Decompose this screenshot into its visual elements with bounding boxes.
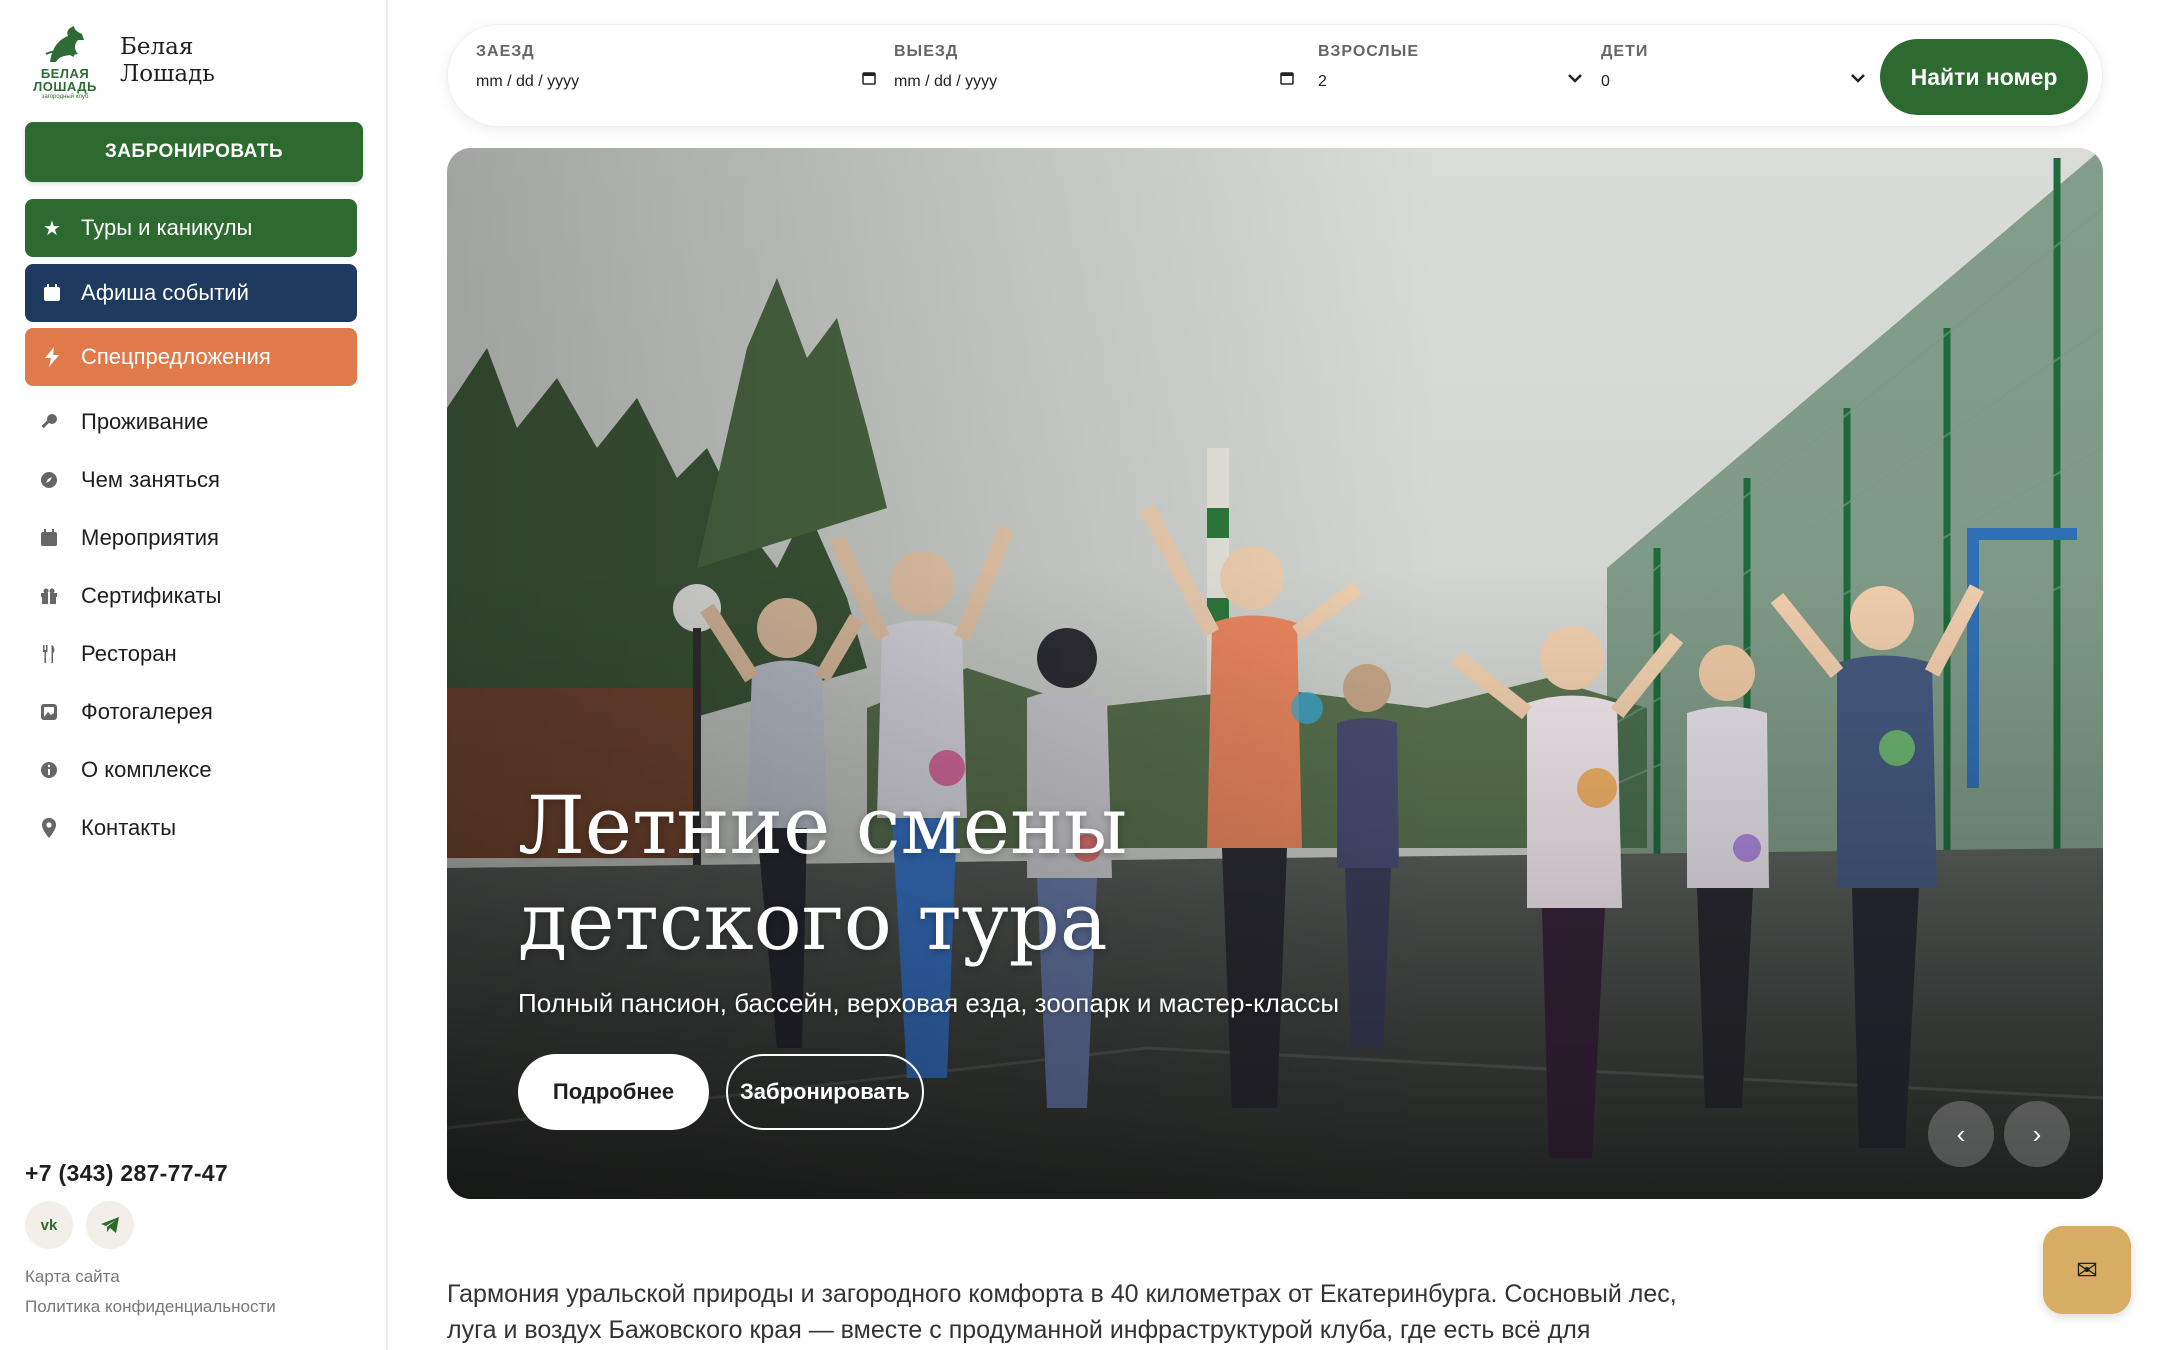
- sidebar-item-label: Спецпредложения: [81, 344, 271, 369]
- map-pin-icon: [39, 818, 59, 838]
- sidebar-item-label: Ресторан: [81, 641, 177, 666]
- sidebar-item-label: Туры и каникулы: [81, 215, 253, 240]
- image-icon: [39, 702, 59, 722]
- more-button[interactable]: Подробнее: [518, 1054, 709, 1130]
- chevron-down-icon: [1567, 71, 1583, 89]
- adults-label: ВЗРОСЛЫЕ: [1318, 43, 1419, 60]
- sidebar-item-activities[interactable]: Чем заняться: [25, 451, 365, 509]
- sidebar-item-contacts[interactable]: Контакты: [25, 799, 365, 857]
- hero-title: Летние смены детского тура: [518, 779, 1128, 968]
- hero-book-button[interactable]: Забронировать: [726, 1054, 924, 1130]
- sidebar-item-accommodation[interactable]: Проживание: [25, 393, 365, 451]
- vk-icon[interactable]: vk: [25, 1201, 73, 1249]
- children-select[interactable]: ДЕТИ 0: [1601, 43, 1866, 91]
- brand-name: Белая Лошадь: [120, 34, 215, 87]
- calendar-icon[interactable]: [1280, 71, 1294, 90]
- sidebar-item-gallery[interactable]: Фотогалерея: [25, 683, 365, 741]
- sidebar-item-label: Чем заняться: [81, 467, 220, 492]
- sidebar-item-events[interactable]: Афиша событий: [25, 264, 357, 322]
- chevron-down-icon: [1850, 71, 1866, 89]
- lightning-icon: [41, 346, 63, 368]
- utensils-icon: [39, 644, 59, 664]
- sidebar-item-label: Контакты: [81, 815, 177, 840]
- horse-logo-icon: БЕЛАЯ ЛОШАДЬ загородный клуб: [30, 24, 102, 104]
- sidebar-item-events-list[interactable]: Мероприятия: [25, 509, 365, 567]
- sidebar-item-certificates[interactable]: Сертификаты: [25, 567, 365, 625]
- phone-link[interactable]: +7 (343) 287-77-47: [25, 1160, 228, 1187]
- hero-overlay: [447, 148, 2103, 1199]
- sidebar-nav: Проживание Чем заняться Мероприятия Серт…: [25, 393, 365, 857]
- book-button[interactable]: ЗАБРОНИРОВАТЬ: [25, 122, 363, 182]
- hero-subtitle: Полный пансион, бассейн, верховая езда, …: [518, 988, 1340, 1018]
- chevron-left-icon: ‹: [1956, 1118, 1966, 1149]
- checkin-label: ЗАЕЗД: [476, 43, 535, 60]
- slider-next-button[interactable]: ›: [2004, 1101, 2070, 1167]
- sidebar-item-restaurant[interactable]: Ресторан: [25, 625, 365, 683]
- chevron-right-icon: ›: [2032, 1118, 2042, 1149]
- checkout-input[interactable]: mm / dd / yyyy: [894, 71, 1294, 91]
- privacy-link[interactable]: Политика конфиденциальности: [25, 1297, 276, 1317]
- intro-text: Гармония уральской природы и загородного…: [447, 1280, 1677, 1344]
- sitemap-link[interactable]: Карта сайта: [25, 1267, 120, 1287]
- key-icon: [39, 412, 59, 432]
- adults-select[interactable]: ВЗРОСЛЫЕ 2: [1318, 43, 1583, 91]
- slider-prev-button[interactable]: ‹: [1928, 1101, 1994, 1167]
- sidebar-item-label: Сертификаты: [81, 583, 222, 608]
- sidebar-item-label: Афиша событий: [81, 280, 249, 305]
- logo-wordmark: БЕЛАЯ ЛОШАДЬ загородный клуб: [33, 66, 97, 100]
- sidebar-item-label: Фотогалерея: [81, 699, 213, 724]
- find-room-button[interactable]: Найти номер: [1880, 39, 2088, 115]
- logo[interactable]: БЕЛАЯ ЛОШАДЬ загородный клуб Белая Лошад…: [30, 24, 370, 104]
- sidebar-item-about[interactable]: О комплексе: [25, 741, 365, 799]
- calendar-icon: [39, 528, 59, 548]
- checkout-label: ВЫЕЗД: [894, 43, 959, 60]
- sidebar-item-label: Проживание: [81, 409, 209, 434]
- checkout-field[interactable]: ВЫЕЗД mm / dd / yyyy: [894, 43, 1294, 91]
- hero-slider: Летние смены детского тура Полный пансио…: [447, 148, 2103, 1199]
- chat-button[interactable]: ✉: [2043, 1226, 2131, 1314]
- booking-bar: ЗАЕЗД mm / dd / yyyy ВЫЕЗД mm / dd / yyy…: [447, 24, 2103, 127]
- adults-value[interactable]: 2: [1318, 73, 1583, 91]
- checkin-input[interactable]: mm / dd / yyyy: [476, 71, 876, 91]
- telegram-icon[interactable]: [86, 1201, 134, 1249]
- children-value[interactable]: 0: [1601, 73, 1866, 91]
- calendar-icon[interactable]: [862, 71, 876, 90]
- gift-icon: [39, 586, 59, 606]
- sidebar: БЕЛАЯ ЛОШАДЬ загородный клуб Белая Лошад…: [0, 0, 388, 1350]
- sidebar-item-tours[interactable]: ★ Туры и каникулы: [25, 199, 357, 257]
- calendar-icon: [41, 282, 63, 304]
- children-label: ДЕТИ: [1601, 43, 1649, 60]
- mail-icon: ✉: [2076, 1254, 2098, 1285]
- checkin-field[interactable]: ЗАЕЗД mm / dd / yyyy: [476, 43, 876, 91]
- info-icon: [39, 760, 59, 780]
- sidebar-item-label: О комплексе: [81, 757, 212, 782]
- sidebar-item-label: Мероприятия: [81, 525, 219, 550]
- star-icon: ★: [43, 217, 61, 240]
- compass-icon: [39, 470, 59, 490]
- sidebar-item-offers[interactable]: Спецпредложения: [25, 328, 357, 386]
